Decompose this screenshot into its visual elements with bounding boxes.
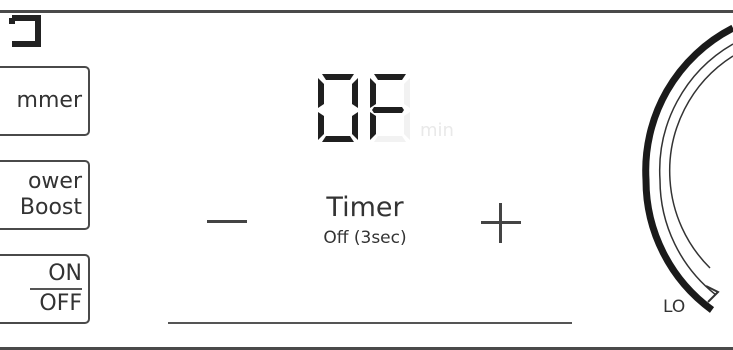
on-label: ON bbox=[48, 261, 82, 286]
touch-slider-line[interactable] bbox=[168, 322, 572, 324]
heat-dial[interactable] bbox=[640, 10, 733, 340]
timer-display: 0F bbox=[318, 74, 410, 142]
plus-icon[interactable] bbox=[478, 200, 524, 246]
dial-low-label: LO bbox=[663, 297, 686, 317]
simmer-label: mmer bbox=[16, 88, 82, 113]
display-unit: min bbox=[420, 120, 454, 141]
power-boost-button[interactable]: ower Boost bbox=[0, 160, 90, 230]
timer-status: Off (3sec) bbox=[323, 228, 407, 248]
on-off-button[interactable]: ON OFF bbox=[0, 254, 90, 324]
simmer-button[interactable]: mmer bbox=[0, 66, 90, 136]
timer-label: Timer bbox=[326, 192, 404, 223]
minus-icon[interactable] bbox=[205, 206, 249, 236]
power-boost-label-line2: Boost bbox=[19, 195, 82, 220]
control-panel-frame bbox=[0, 10, 733, 350]
on-off-divider bbox=[30, 288, 82, 290]
power-boost-label-line1: ower bbox=[27, 169, 82, 194]
corner-icon bbox=[9, 15, 41, 47]
off-label: OFF bbox=[39, 291, 82, 316]
